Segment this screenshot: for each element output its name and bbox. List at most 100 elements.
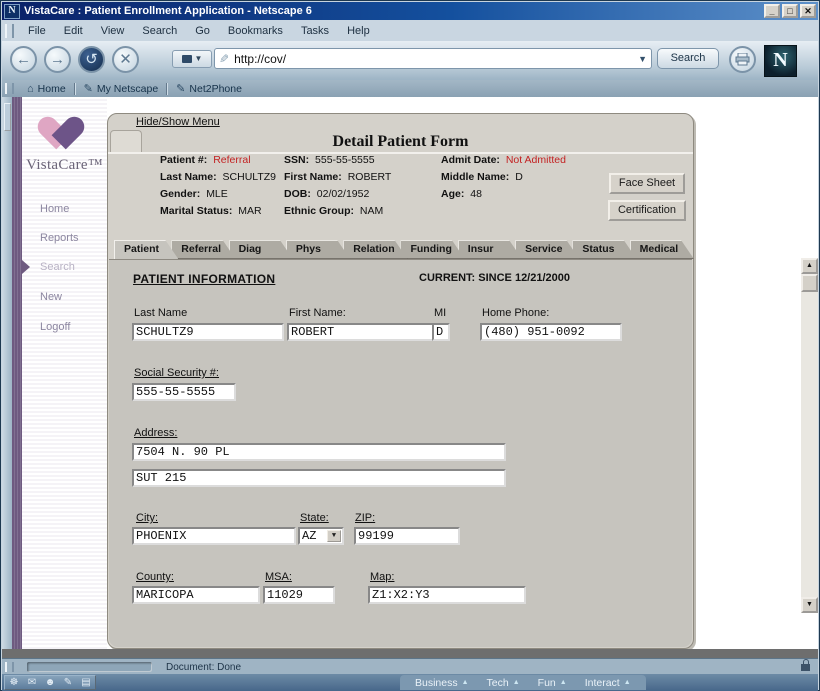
search-button[interactable]: Search [657, 48, 719, 69]
city-input[interactable] [132, 527, 296, 545]
component-icon-group: ☸ ✉ ☻ ✎ ▤ [4, 675, 96, 690]
maximize-button[interactable]: □ [782, 4, 798, 18]
personal-toolbar-grippy[interactable] [5, 83, 14, 94]
reload-button[interactable]: ↺ [78, 46, 105, 73]
ssn-value: 555-55-5555 [315, 154, 375, 166]
tab-status[interactable]: Status [572, 240, 636, 259]
sidebar-splitter-grippy[interactable] [4, 103, 11, 131]
home-phone-input[interactable] [480, 323, 622, 341]
bookmark-dropdown[interactable]: ▼ [172, 50, 212, 68]
personal-net2phone[interactable]: ✎ Net2Phone [168, 82, 250, 95]
map-input[interactable] [368, 586, 526, 604]
taskbar-menu-interact-label: Interact [585, 677, 620, 689]
sidebar-item-logoff[interactable]: Logoff [40, 321, 70, 333]
tab-referral[interactable]: Referral [171, 240, 235, 259]
state-select-arrow-icon[interactable]: ▼ [327, 530, 341, 542]
tab-phys[interactable]: Phys [286, 240, 350, 259]
instant-messenger-icon[interactable]: ☻ [41, 676, 59, 689]
scroll-down-button[interactable]: ▼ [801, 597, 818, 613]
last-name-input[interactable] [132, 323, 284, 341]
menu-bookmarks[interactable]: Bookmarks [219, 25, 292, 37]
back-button[interactable]: ← [10, 46, 37, 73]
tab-diag[interactable]: Diag [229, 240, 293, 259]
viewport-bottom-edge [2, 649, 818, 658]
window-title: VistaCare : Patient Enrollment Applicati… [24, 5, 762, 17]
minimize-button[interactable]: _ [764, 4, 780, 18]
middle-name-label: Middle Name: [441, 171, 509, 183]
msa-input[interactable] [263, 586, 335, 604]
certification-button[interactable]: Certification [608, 200, 686, 221]
address-book-icon[interactable]: ▤ [77, 676, 95, 689]
window-titlebar[interactable]: N VistaCare : Patient Enrollment Applica… [2, 2, 818, 20]
menu-file[interactable]: File [19, 25, 55, 37]
statusbar-grippy[interactable] [5, 662, 14, 672]
sidebar-item-home[interactable]: Home [40, 203, 69, 215]
tab-funding[interactable]: Funding [400, 240, 464, 259]
navigator-icon[interactable]: ☸ [5, 676, 23, 689]
field-zip-label: ZIP: [355, 512, 375, 524]
hide-show-menu-link[interactable]: Hide/Show Menu [136, 116, 220, 128]
patient-number-label: Patient #: [160, 154, 207, 166]
taskbar-menu-business[interactable]: Business ▲ [406, 677, 478, 689]
status-bar: Document: Done [2, 658, 818, 675]
field-state-label: State: [300, 512, 329, 524]
url-dropdown-arrow-icon[interactable]: ▼ [638, 54, 647, 64]
scroll-up-button[interactable]: ▲ [801, 258, 818, 274]
netscape-logo-icon[interactable]: N [764, 45, 797, 77]
state-select[interactable]: AZ ▼ [298, 527, 344, 545]
print-button[interactable] [729, 46, 756, 73]
menu-tasks[interactable]: Tasks [292, 25, 338, 37]
first-name-input[interactable] [287, 323, 435, 341]
up-arrow-icon: ▲ [560, 679, 567, 686]
menu-go[interactable]: Go [186, 25, 219, 37]
print-icon [735, 53, 750, 66]
app-icon: N [4, 4, 20, 19]
address-line1-input[interactable] [132, 443, 506, 461]
tab-relation[interactable]: Relation [343, 240, 407, 259]
url-bar[interactable]: ✎ http://cov/ ▼ [214, 48, 652, 69]
forward-button[interactable]: → [44, 46, 71, 73]
taskbar-menu-fun[interactable]: Fun ▲ [529, 677, 576, 689]
ssn-input[interactable] [132, 383, 236, 401]
field-first-name-label: First Name: [289, 307, 346, 319]
county-input[interactable] [132, 586, 260, 604]
close-button[interactable]: ✕ [800, 4, 816, 18]
personal-my-netscape[interactable]: ✎ My Netscape [76, 82, 167, 95]
sidebar-item-reports[interactable]: Reports [40, 232, 79, 244]
security-lock-icon[interactable] [801, 664, 810, 671]
sidebar-active-arrow-icon [22, 260, 30, 274]
vistacare-brand: VistaCare™ [22, 157, 107, 174]
sidebar-item-search[interactable]: Search [40, 261, 75, 273]
menubar-grippy[interactable] [5, 24, 14, 38]
taskbar-menu-interact[interactable]: Interact ▲ [576, 677, 640, 689]
personal-home[interactable]: ⌂ Home [19, 83, 74, 95]
tab-medical[interactable]: Medical [630, 240, 694, 259]
field-msa-label: MSA: [265, 571, 292, 583]
tab-insur[interactable]: Insur [458, 240, 522, 259]
bookmark-dropdown-arrow-icon: ▼ [195, 55, 203, 63]
stop-button[interactable]: ✕ [112, 46, 139, 73]
mail-icon[interactable]: ✉ [23, 676, 41, 689]
taskbar-menu-tech[interactable]: Tech ▲ [478, 677, 529, 689]
scrollbar-thumb[interactable] [801, 274, 818, 292]
mi-input[interactable] [432, 323, 450, 341]
sidebar-splitter[interactable] [2, 97, 12, 649]
zip-input[interactable] [354, 527, 460, 545]
menu-search[interactable]: Search [133, 25, 186, 37]
sidebar-item-new[interactable]: New [40, 291, 62, 303]
first-name-label: First Name: [284, 171, 342, 183]
composer-icon[interactable]: ✎ [59, 676, 77, 689]
tab-patient[interactable]: Patient [114, 240, 178, 259]
menu-help[interactable]: Help [338, 25, 379, 37]
summary-age: Age: 48 [441, 188, 482, 203]
dob-value: 02/02/1952 [317, 188, 370, 200]
tab-service[interactable]: Service [515, 240, 579, 259]
address-line2-input[interactable] [132, 469, 506, 487]
url-text[interactable]: http://cov/ [234, 52, 638, 66]
menu-view[interactable]: View [92, 25, 134, 37]
face-sheet-button[interactable]: Face Sheet [609, 173, 685, 194]
taskbar-menus: Business ▲ Tech ▲ Fun ▲ Interact ▲ [400, 675, 646, 690]
menu-edit[interactable]: Edit [55, 25, 92, 37]
content-scrollbar[interactable]: ▲ ▼ [801, 258, 818, 613]
summary-marital-status: Marital Status: MAR [160, 205, 262, 220]
